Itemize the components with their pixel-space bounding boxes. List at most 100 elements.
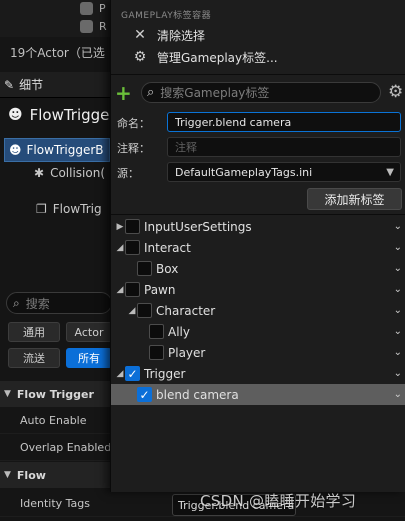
chevron-expanded-icon[interactable]: ◢ (127, 306, 137, 316)
component-icon: ❐ (36, 202, 47, 216)
outliner-row[interactable]: R (80, 20, 107, 33)
filter-streaming[interactable]: 流送 (8, 348, 60, 368)
chevron-down-icon[interactable]: ⌄ (394, 263, 402, 274)
tab-details[interactable]: ✎ 细节 (0, 72, 110, 98)
tag-checkbox[interactable] (149, 345, 164, 360)
add-new-tag-button[interactable]: 添加新标签 (307, 188, 402, 210)
category-label: Flow (16, 468, 46, 482)
gear-icon: ⚙ (133, 49, 147, 65)
tag-row[interactable]: Ally ⌄ (111, 321, 405, 342)
source-select[interactable]: DefaultGameplayTags.ini ▼ (167, 162, 401, 182)
component-collision[interactable]: ✱ Collision( (34, 166, 105, 180)
tag-row[interactable]: ◢ Character ⌄ (111, 300, 405, 321)
name-input[interactable] (175, 115, 375, 129)
tag-checkbox[interactable] (149, 324, 164, 339)
chevron-down-icon[interactable]: ⌄ (394, 284, 402, 295)
divider (111, 214, 405, 215)
menu-manage-tags[interactable]: ⚙ 管理Gameplay标签... (133, 47, 278, 67)
chevron-down-icon[interactable]: ⌄ (394, 326, 402, 337)
tag-row[interactable]: ▶ InputUserSettings ⌄ (111, 216, 405, 237)
filter-all[interactable]: 所有 (66, 348, 112, 368)
component-label: FlowTrig (52, 202, 102, 216)
gameplay-tag-popup: GAMEPLAY标签容器 ✕ 清除选择 ⚙ 管理Gameplay标签... + … (110, 0, 405, 492)
settings-gear-icon[interactable]: ⚙ (388, 82, 403, 103)
tag-row[interactable]: Box ⌄ (111, 258, 405, 279)
close-icon: ✕ (134, 27, 146, 43)
actor-icon (80, 20, 93, 33)
collision-icon: ✱ (34, 166, 45, 180)
chevron-expanded-icon[interactable]: ◢ (115, 369, 125, 379)
pencil-icon: ✎ (4, 77, 15, 92)
comment-label: 注释： (117, 142, 150, 155)
tag-checkbox[interactable]: ✓ (137, 387, 152, 402)
pawn-icon: ☻ (8, 107, 23, 123)
comment-field[interactable] (167, 137, 401, 157)
name-field[interactable] (167, 112, 401, 132)
tag-checkbox[interactable] (137, 261, 152, 276)
popup-header: GAMEPLAY标签容器 (121, 11, 212, 21)
chevron-down-icon[interactable]: ⌄ (394, 389, 402, 400)
search-icon: ⌕ (13, 295, 20, 310)
tag-search-field[interactable]: ⌕ (141, 82, 381, 103)
menu-label: 清除选择 (157, 28, 206, 43)
tag-checkbox[interactable] (125, 219, 140, 234)
actor-icon (80, 2, 93, 15)
tag-label: Ally (168, 324, 190, 339)
tag-label: Box (156, 261, 179, 276)
name-label: 命名： (117, 117, 150, 130)
chevron-down-icon[interactable]: ⌄ (394, 368, 402, 379)
add-tag-plus-icon[interactable]: + (115, 82, 132, 104)
chevron-down-icon: ▼ (4, 389, 11, 399)
details-search-input[interactable]: ⌕ 搜索 (6, 292, 112, 314)
tag-label: blend camera (156, 387, 239, 402)
menu-label: 管理Gameplay标签... (157, 50, 278, 65)
tag-checkbox[interactable]: ✓ (125, 366, 140, 381)
chevron-down-icon[interactable]: ⌄ (394, 242, 402, 253)
tag-label: Interact (144, 240, 191, 255)
filter-common[interactable]: 通用 (8, 322, 60, 342)
tag-label: Character (156, 303, 216, 318)
search-placeholder: 搜索 (25, 296, 50, 311)
chevron-down-icon: ▼ (4, 470, 11, 480)
divider (111, 74, 405, 75)
tag-row[interactable]: ◢ Pawn ⌄ (111, 279, 405, 300)
tag-checkbox[interactable] (125, 240, 140, 255)
outliner-row[interactable]: P (80, 2, 106, 15)
chevron-expanded-icon[interactable]: ◢ (115, 243, 125, 253)
tag-row[interactable]: ◢ ✓ Trigger ⌄ (111, 363, 405, 384)
chevron-down-icon: ▼ (386, 166, 394, 178)
filter-actor[interactable]: Actor (66, 322, 112, 342)
tag-label: Pawn (144, 282, 176, 297)
tag-checkbox[interactable] (125, 282, 140, 297)
menu-clear-selection[interactable]: ✕ 清除选择 (133, 25, 205, 45)
component-label: FlowTriggerB (26, 143, 104, 157)
actor-title: ☻ FlowTrigger (8, 106, 116, 124)
tag-label: Trigger (144, 366, 186, 381)
category-label: Flow Trigger (16, 387, 94, 401)
outliner-row-label: P (99, 2, 106, 15)
tag-row[interactable]: Player ⌄ (111, 342, 405, 363)
tag-checkbox[interactable] (137, 303, 152, 318)
tag-search-input[interactable] (160, 85, 371, 100)
chevron-right-icon[interactable]: ▶ (115, 222, 125, 232)
component-label: Collision( (50, 166, 105, 180)
tag-label: InputUserSettings (144, 219, 252, 234)
tag-label: Player (168, 345, 206, 360)
pawn-icon: ☻ (9, 143, 22, 157)
chevron-down-icon[interactable]: ⌄ (394, 221, 402, 232)
component-root[interactable]: ☻ FlowTriggerB (4, 138, 110, 162)
source-label: 源： (117, 167, 139, 180)
chevron-down-icon[interactable]: ⌄ (394, 347, 402, 358)
chevron-expanded-icon[interactable]: ◢ (115, 285, 125, 295)
component-flowtrigger[interactable]: ❐ FlowTrig (36, 202, 102, 216)
source-value: DefaultGameplayTags.ini (175, 165, 313, 179)
chevron-down-icon[interactable]: ⌄ (394, 305, 402, 316)
tag-row[interactable]: ✓ blend camera ⌄ (111, 384, 405, 405)
tag-row[interactable]: ◢ Interact ⌄ (111, 237, 405, 258)
search-icon: ⌕ (147, 85, 155, 100)
watermark: CSDN @瞌睡开始学习 (200, 492, 357, 510)
tab-details-label: 细节 (19, 78, 44, 92)
actor-title-text: FlowTrigger (29, 106, 116, 124)
comment-input[interactable] (175, 140, 375, 154)
actor-count: 19个Actor（已选 (10, 46, 105, 60)
